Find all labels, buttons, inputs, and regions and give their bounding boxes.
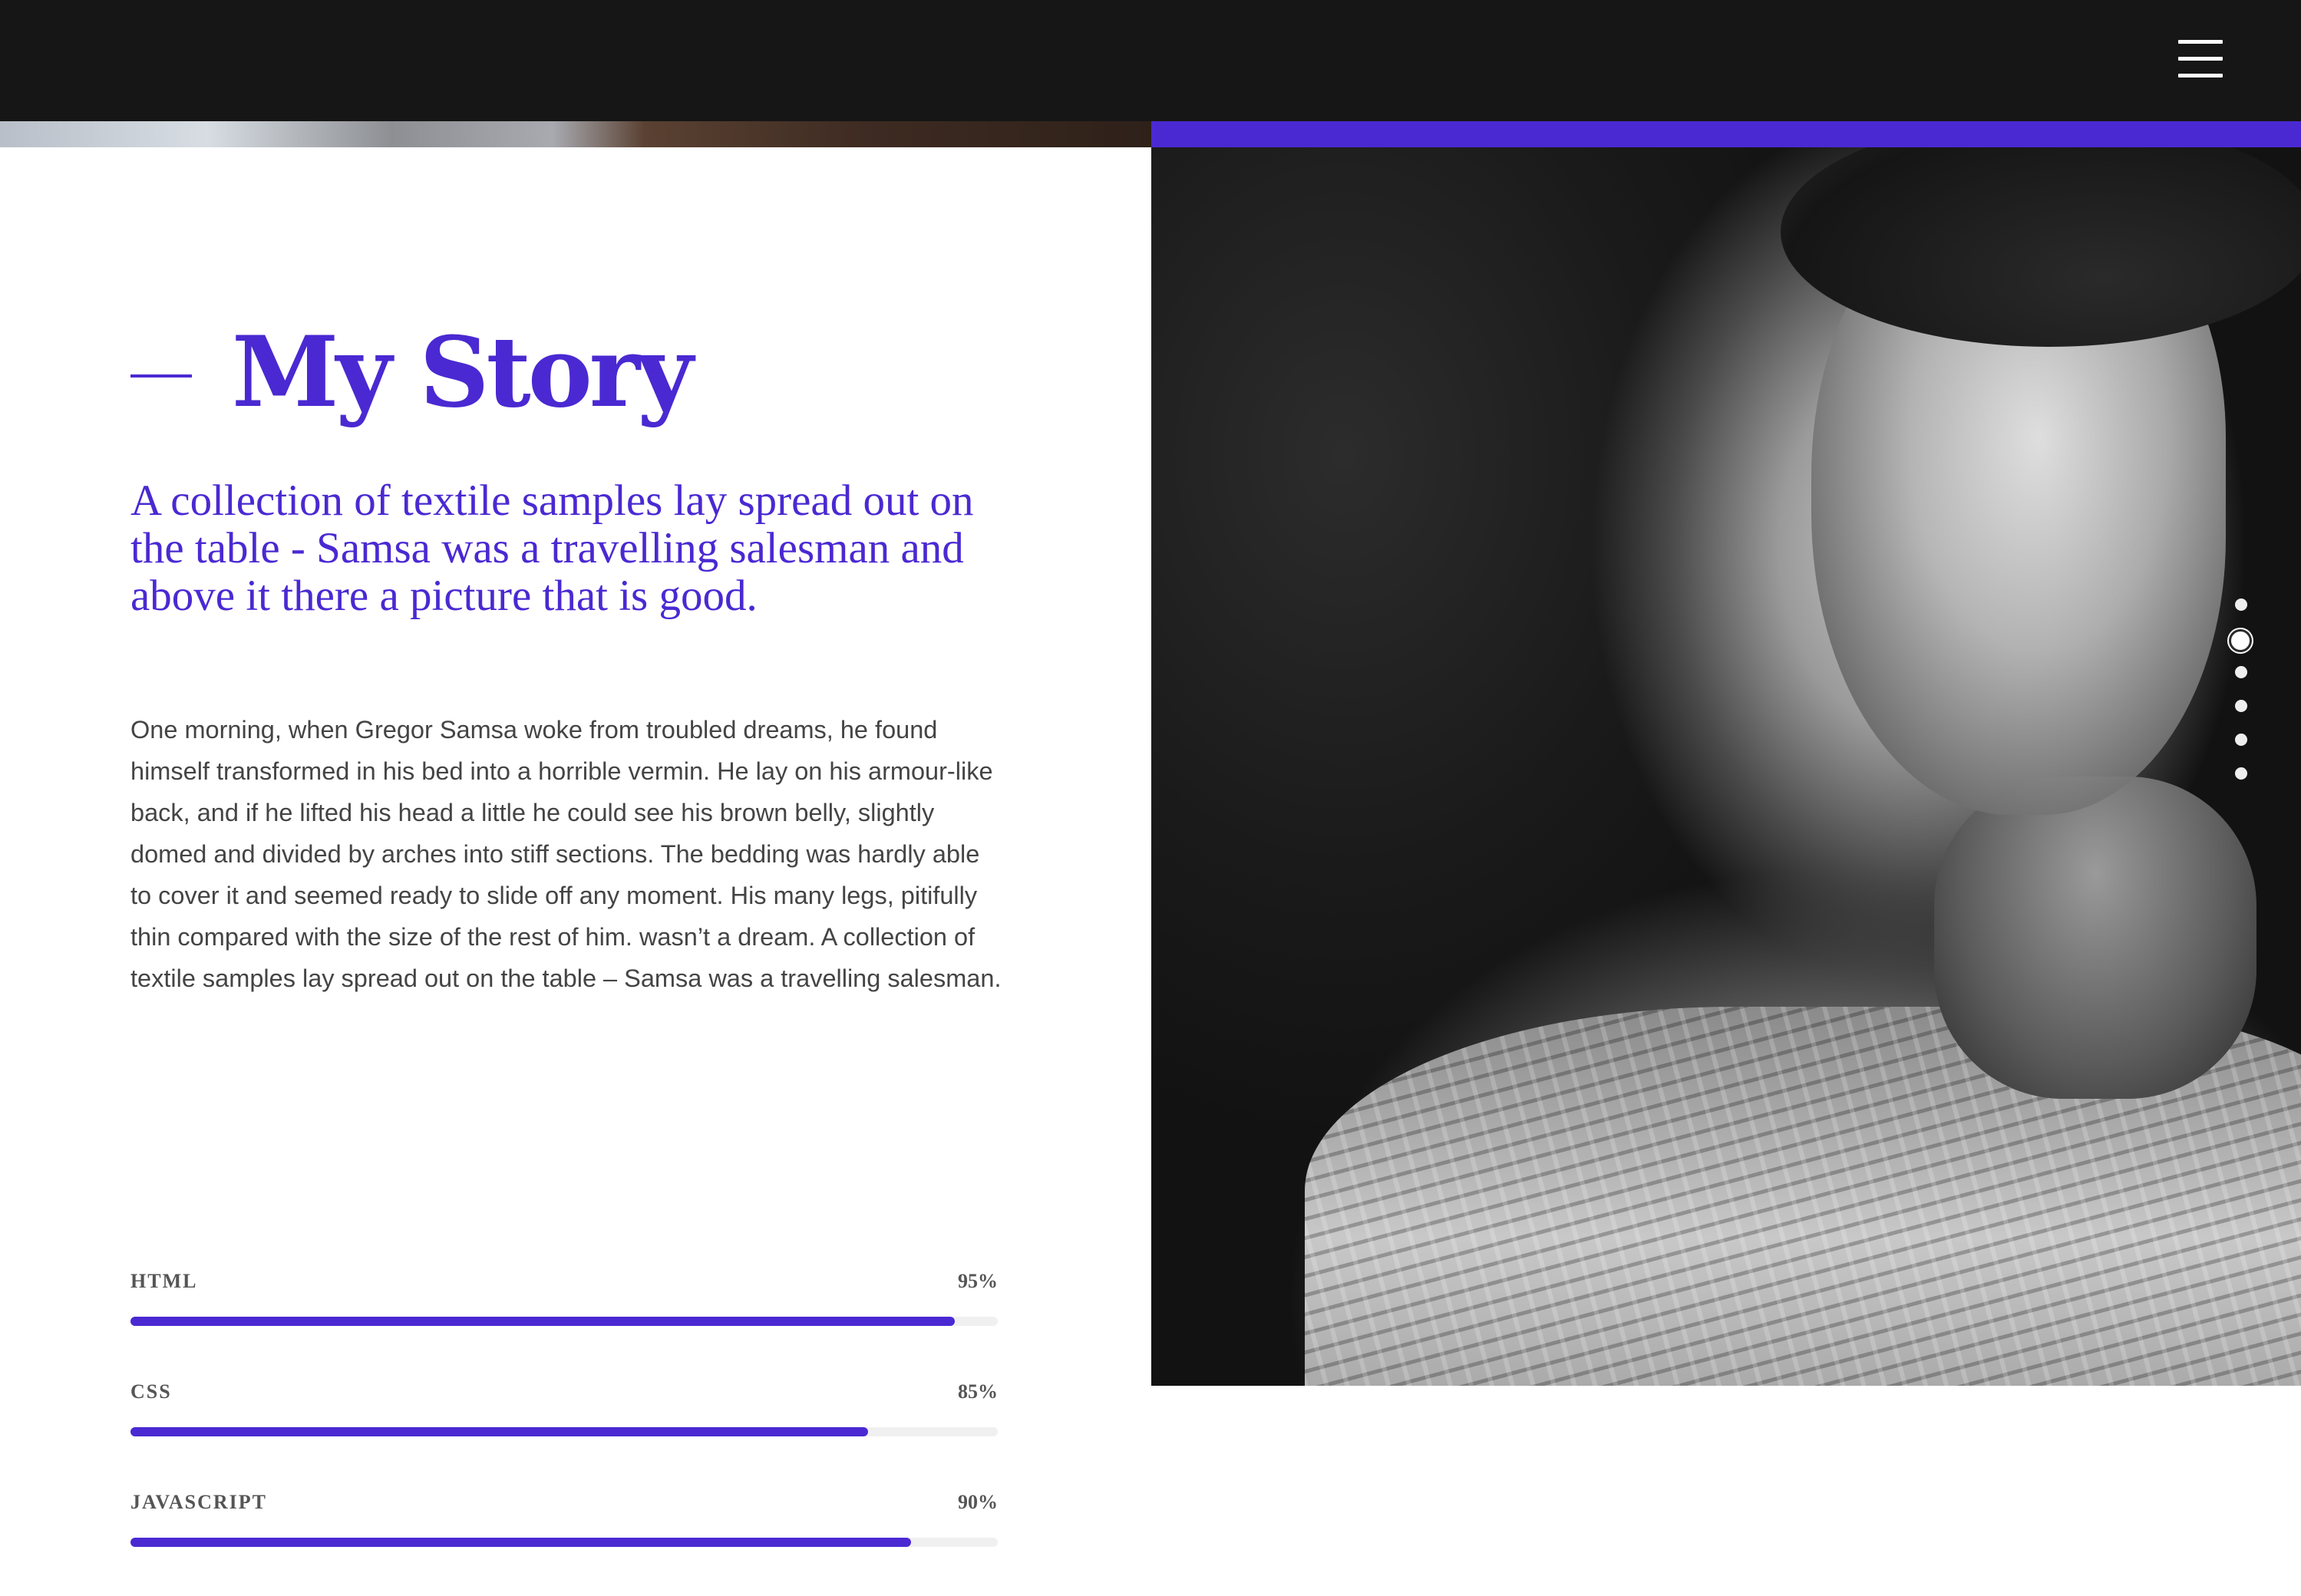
pagination-dot-2[interactable] [2229, 629, 2252, 652]
body-paragraph: One morning, when Gregor Samsa woke from… [130, 716, 1002, 992]
heading-dash [130, 374, 192, 378]
skill-label: JAVASCRIPT [130, 1491, 267, 1513]
menu-line [2178, 74, 2223, 77]
menu-line [2178, 57, 2223, 61]
previous-section-photo-strip [0, 121, 1151, 147]
skills-list: HTML 95% CSS 85% JAVASCRIPT 90% [130, 1265, 998, 1596]
skill-progress-fill [130, 1317, 955, 1326]
menu-line [2178, 40, 2223, 44]
skill-html: HTML 95% [130, 1265, 998, 1375]
lead-paragraph: A collection of textile samples lay spre… [130, 476, 974, 620]
photo-neck [1934, 777, 2256, 1099]
accent-bar [1151, 121, 2301, 147]
skill-percent: 90% [958, 1491, 998, 1513]
top-navigation-bar [0, 0, 2301, 121]
pagination-dot-4[interactable] [2235, 700, 2247, 712]
skill-progress-track [130, 1538, 998, 1547]
skill-progress-track [130, 1427, 998, 1436]
pagination-dot-5[interactable] [2235, 734, 2247, 746]
heading-row: My Story [130, 315, 693, 430]
skill-javascript: JAVASCRIPT 90% [130, 1486, 998, 1596]
portrait-photo [1151, 147, 2301, 1386]
skill-label: CSS [130, 1380, 172, 1403]
skill-percent: 95% [958, 1270, 998, 1292]
skill-progress-fill [130, 1538, 911, 1547]
hamburger-menu-icon[interactable] [2178, 38, 2227, 80]
skill-label: HTML [130, 1270, 198, 1292]
skill-progress-fill [130, 1427, 868, 1436]
pagination-dot-1[interactable] [2235, 598, 2247, 611]
skill-css: CSS 85% [130, 1375, 998, 1486]
skill-percent: 85% [958, 1380, 998, 1403]
skill-progress-track [130, 1317, 998, 1326]
story-content-panel: My Story A collection of textile samples… [0, 147, 1151, 1547]
pagination-dot-3[interactable] [2235, 666, 2247, 678]
pagination-dot-6[interactable] [2235, 767, 2247, 780]
page-title: My Story [232, 315, 693, 429]
